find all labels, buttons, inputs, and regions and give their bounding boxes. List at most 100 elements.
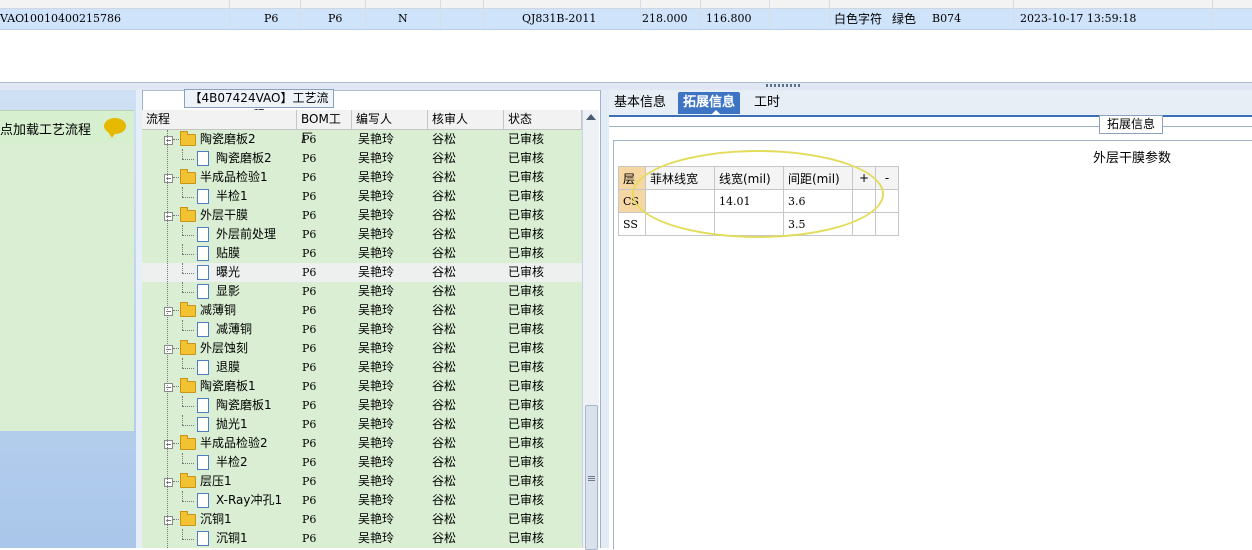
tree-row[interactable]: 曝光 P6 吴艳玲 谷松 已审核 (142, 263, 582, 282)
tree-row[interactable]: X-Ray冲孔1 P6 吴艳玲 谷松 已审核 (142, 491, 582, 510)
step-status: 已审核 (508, 189, 545, 203)
scroll-thumb[interactable] (585, 405, 598, 550)
folder-icon (180, 302, 196, 317)
step-writer: 吴艳玲 (358, 132, 395, 146)
tree-row[interactable]: − 外层干膜 P6 吴艳玲 谷松 已审核 (142, 206, 582, 225)
collapse-icon[interactable]: − (164, 516, 173, 525)
load-process-button[interactable]: 点加载工艺流程 (0, 110, 134, 144)
tab-extended-info[interactable]: 拓展信息 (678, 92, 741, 114)
collapse-icon[interactable]: − (164, 307, 173, 316)
film-params-grid: 层 菲林线宽 线宽(mil) 间距(mil) + - CS 14.01 3.6 … (618, 166, 899, 236)
tree-row[interactable]: 沉铜1 P6 吴艳玲 谷松 已审核 (142, 529, 582, 548)
step-name: 外层前处理 (216, 227, 277, 241)
tree-row[interactable]: 半检2 P6 吴艳玲 谷松 已审核 (142, 453, 582, 472)
top-cell: 白色字符 (834, 12, 883, 26)
top-data-grid: VAO 10010400215786 P6 P6 N QJ831B-2011 2… (0, 0, 1252, 82)
step-name: 半检1 (216, 189, 248, 203)
cell-film-width[interactable] (645, 189, 715, 213)
step-writer: 吴艳玲 (358, 246, 395, 260)
tree-row[interactable]: − 外层蚀刻 P6 吴艳玲 谷松 已审核 (142, 339, 582, 358)
step-bom: P6 (302, 323, 317, 336)
collapse-icon[interactable]: − (164, 136, 173, 145)
tree-row[interactable]: 陶瓷磨板2 P6 吴艳玲 谷松 已审核 (142, 149, 582, 168)
process-flow-title: 【4B07424VAO】工艺流程 (184, 89, 334, 122)
cell-layer: SS (618, 212, 646, 236)
tree-row[interactable]: − 层压1 P6 吴艳玲 谷松 已审核 (142, 472, 582, 491)
col-bom[interactable]: BOM工厂 (297, 110, 352, 145)
collapse-icon[interactable]: − (164, 440, 173, 449)
col-reviewer[interactable]: 核审人 (428, 110, 504, 129)
add-row-button[interactable]: + (852, 166, 876, 190)
top-cell: 218.000 (642, 12, 688, 25)
cell-spacing[interactable]: 3.6 (783, 189, 853, 213)
step-status: 已审核 (508, 341, 545, 355)
step-writer: 吴艳玲 (358, 322, 395, 336)
tree-row[interactable]: − 陶瓷磨板2 P6 吴艳玲 谷松 已审核 (142, 130, 582, 149)
table-row[interactable]: CS 14.01 3.6 (618, 189, 899, 213)
cell-film-width[interactable] (645, 212, 715, 236)
document-icon (197, 227, 209, 242)
tree-row[interactable]: 减薄铜 P6 吴艳玲 谷松 已审核 (142, 320, 582, 339)
step-writer: 吴艳玲 (358, 379, 395, 393)
step-bom: P6 (302, 266, 317, 279)
col-flow[interactable]: 流程 (142, 110, 297, 129)
tree-row[interactable]: 显影 P6 吴艳玲 谷松 已审核 (142, 282, 582, 301)
collapse-icon[interactable]: − (164, 345, 173, 354)
step-bom: P6 (302, 171, 317, 184)
top-cell: 116.800 (706, 12, 752, 25)
tree-row[interactable]: 外层前处理 P6 吴艳玲 谷松 已审核 (142, 225, 582, 244)
tree-row[interactable]: − 沉铜1 P6 吴艳玲 谷松 已审核 (142, 510, 582, 529)
tree-row[interactable]: 抛光1 P6 吴艳玲 谷松 已审核 (142, 415, 582, 434)
step-bom: P6 (302, 304, 317, 317)
folder-icon (180, 207, 196, 222)
step-bom: P6 (302, 152, 317, 165)
step-name: 减薄铜 (216, 322, 253, 336)
top-cell: 10010400215786 (23, 12, 121, 25)
step-name: 贴膜 (216, 246, 241, 260)
step-status: 已审核 (508, 322, 545, 336)
document-icon (197, 189, 209, 204)
step-writer: 吴艳玲 (358, 398, 395, 412)
cell-line-width[interactable]: 14.01 (714, 189, 784, 213)
document-icon (197, 398, 209, 413)
tree-row[interactable]: − 半成品检验1 P6 吴艳玲 谷松 已审核 (142, 168, 582, 187)
tree-row[interactable]: 退膜 P6 吴艳玲 谷松 已审核 (142, 358, 582, 377)
collapse-icon[interactable]: − (164, 383, 173, 392)
remove-row-button[interactable]: - (875, 166, 899, 190)
step-writer: 吴艳玲 (358, 265, 395, 279)
col-status[interactable]: 状态 (504, 110, 582, 129)
tree-row[interactable]: − 陶瓷磨板1 P6 吴艳玲 谷松 已审核 (142, 377, 582, 396)
col-writer[interactable]: 编写人 (352, 110, 428, 129)
step-name: 陶瓷磨板2 (200, 132, 256, 146)
step-status: 已审核 (508, 531, 545, 545)
tree-row[interactable]: − 减薄铜 P6 吴艳玲 谷松 已审核 (142, 301, 582, 320)
top-grid-selected-row[interactable]: VAO 10010400215786 P6 P6 N QJ831B-2011 2… (0, 9, 1252, 30)
collapse-icon[interactable]: − (164, 174, 173, 183)
document-icon (197, 246, 209, 261)
step-reviewer: 谷松 (432, 284, 457, 298)
top-cell: B074 (932, 12, 962, 25)
tree-row[interactable]: 贴膜 P6 吴艳玲 谷松 已审核 (142, 244, 582, 263)
tree-row[interactable]: 陶瓷磨板1 P6 吴艳玲 谷松 已审核 (142, 396, 582, 415)
step-name: 半成品检验2 (200, 436, 268, 450)
table-row[interactable]: SS 3.5 (618, 212, 899, 236)
tree-scrollbar[interactable] (582, 110, 599, 550)
scroll-up-icon[interactable] (586, 114, 596, 120)
step-writer: 吴艳玲 (358, 341, 395, 355)
step-name: 显影 (216, 284, 241, 298)
right-panel: 基本信息 拓展信息 工时 拓展信息 外层干膜参数 (609, 90, 1252, 549)
cell-spacing[interactable]: 3.5 (783, 212, 853, 236)
step-writer: 吴艳玲 (358, 436, 395, 450)
tab-work-hours[interactable]: 工时 (749, 92, 785, 114)
tree-row[interactable]: − 半成品检验2 P6 吴艳玲 谷松 已审核 (142, 434, 582, 453)
left-list-area (0, 143, 134, 431)
collapse-icon[interactable]: − (164, 212, 173, 221)
tree-row[interactable]: 半检1 P6 吴艳玲 谷松 已审核 (142, 187, 582, 206)
step-reviewer: 谷松 (432, 417, 457, 431)
step-bom: P6 (302, 380, 317, 393)
collapse-icon[interactable]: − (164, 478, 173, 487)
tab-basic-info[interactable]: 基本信息 (609, 92, 671, 114)
step-bom: P6 (302, 399, 317, 412)
cell-line-width[interactable] (714, 212, 784, 236)
step-status: 已审核 (508, 208, 545, 222)
